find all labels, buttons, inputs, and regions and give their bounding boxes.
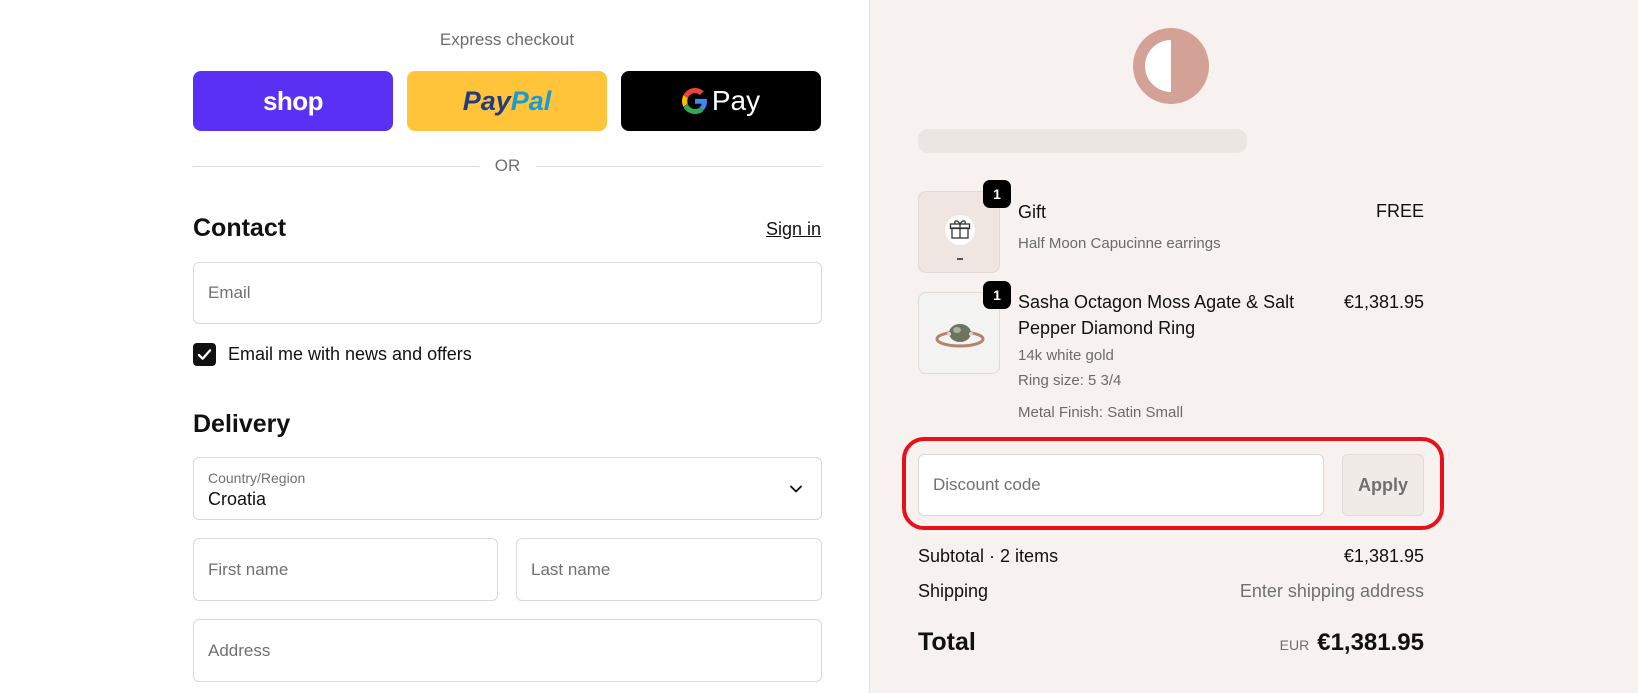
- brand-logo: [1133, 28, 1209, 104]
- gift-thumbnail: 1: [918, 180, 1011, 273]
- email-field-wrapper: [193, 262, 822, 324]
- paypal-label-pay: Pay: [462, 85, 511, 116]
- email-field[interactable]: [208, 283, 807, 303]
- order-summary-panel: 1 Gift Half Moon Capucinne earrings FREE…: [869, 0, 1638, 693]
- country-label: Country/Region: [208, 470, 306, 486]
- paypal-button[interactable]: Pay Pal: [407, 71, 607, 131]
- total-label: Total: [918, 628, 976, 656]
- or-line-right: [536, 165, 822, 167]
- discount-field-wrapper: [918, 454, 1324, 516]
- shipping-value: Enter shipping address: [1239, 581, 1424, 601]
- address-field[interactable]: [208, 640, 807, 661]
- google-pay-button[interactable]: Pay: [621, 71, 821, 131]
- item-variant: 14k white gold: [1018, 347, 1114, 364]
- subtotal-value: €1,381.95: [1343, 546, 1424, 566]
- total-amount: €1,381.95: [1317, 629, 1424, 656]
- or-divider: OR: [193, 155, 822, 177]
- item-name-line2: Pepper Diamond Ring: [1018, 318, 1196, 338]
- or-text: OR: [494, 156, 521, 175]
- shipping-row: Shipping Enter shipping address: [918, 581, 1424, 602]
- total-amount-group: EUR €1,381.95: [1280, 629, 1424, 657]
- newsletter-row: Email me with news and offers: [193, 343, 472, 366]
- apply-discount-button[interactable]: Apply: [1342, 454, 1424, 516]
- line-item-gift: 1 Gift Half Moon Capucinne earrings FREE: [918, 180, 1424, 273]
- or-line-left: [193, 165, 479, 167]
- quantity-badge: 1: [983, 281, 1011, 309]
- checkmark-icon: [197, 349, 212, 360]
- shop-pay-label: shop: [262, 85, 324, 116]
- google-g-icon: [681, 88, 707, 114]
- country-value: Croatia: [208, 489, 267, 509]
- total-row: Total EUR €1,381.95: [918, 628, 1424, 657]
- shipping-label: Shipping: [918, 581, 989, 601]
- paypal-label-pal: Pal: [510, 85, 552, 116]
- first-name-field[interactable]: [208, 559, 483, 580]
- shop-pay-button[interactable]: shop: [193, 71, 393, 131]
- subtotal-row: Subtotal · 2 items €1,381.95: [918, 546, 1424, 567]
- discount-code-input[interactable]: [933, 475, 1309, 495]
- checkout-form-panel: Express checkout shop Pay Pal Pay OR Cont…: [0, 0, 869, 693]
- item-name-line1: Sasha Octagon Moss Agate & Salt: [1018, 292, 1295, 312]
- contact-heading: Contact: [193, 214, 287, 242]
- item-ring-size: Ring size: 5 3/4: [1018, 372, 1122, 389]
- address-wrapper: [193, 619, 822, 682]
- currency-code: EUR: [1279, 637, 1310, 653]
- express-checkout-title: Express checkout: [439, 30, 575, 49]
- newsletter-checkbox[interactable]: [193, 343, 216, 366]
- country-select[interactable]: Country/Region Croatia: [193, 457, 822, 520]
- google-pay-label: Pay: [711, 85, 761, 116]
- last-name-wrapper: [516, 538, 822, 601]
- sign-in-link[interactable]: Sign in: [766, 219, 821, 240]
- newsletter-label: Email me with news and offers: [228, 344, 472, 364]
- item-price: €1,381.95: [1343, 292, 1424, 312]
- item-subtitle: Half Moon Capucinne earrings: [1018, 235, 1221, 252]
- delivery-heading: Delivery: [193, 410, 291, 438]
- chevron-down-icon: [790, 485, 802, 493]
- item-finish: Metal Finish: Satin Small: [1018, 404, 1184, 421]
- last-name-field[interactable]: [531, 559, 807, 580]
- subtotal-label: Subtotal · 2 items: [918, 546, 1059, 566]
- quantity-badge: 1: [983, 180, 1011, 208]
- first-name-wrapper: [193, 538, 498, 601]
- loading-skeleton: [918, 129, 1247, 153]
- ring-thumbnail: 1: [918, 281, 1011, 374]
- item-name: Gift: [1018, 202, 1047, 222]
- line-item-ring: 1 Sasha Octagon Moss Agate & Salt Pepper…: [918, 281, 1424, 422]
- item-price: FREE: [1375, 201, 1424, 221]
